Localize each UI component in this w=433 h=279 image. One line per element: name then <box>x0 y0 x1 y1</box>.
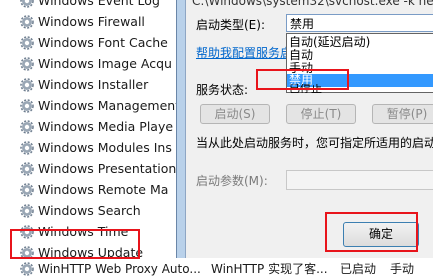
service-startup-type: 手动 <box>390 262 415 276</box>
service-status-label: 服务状态: <box>196 83 249 97</box>
dialog-body: C:\Windows\system32\svchost.exe -k netsv… <box>185 0 433 258</box>
ok-button[interactable]: 确定 <box>343 222 419 247</box>
gear-icon <box>20 245 34 258</box>
startup-type-dropdown: 自动(延迟启动) 自动 手动 禁用 已停止 <box>286 33 433 93</box>
list-item[interactable]: Windows Search <box>20 200 200 221</box>
service-name: WinHTTP Web Proxy Auto... <box>38 261 201 276</box>
gear-icon <box>20 161 34 176</box>
gear-icon <box>20 119 34 134</box>
list-item[interactable]: Windows Time <box>20 221 200 242</box>
pause-button[interactable]: 暂停(P) <box>372 104 433 124</box>
gear-icon <box>20 224 34 239</box>
service-name: Windows Media Playe <box>38 119 174 134</box>
service-name: Windows Modules Ins <box>38 140 172 155</box>
gear-icon <box>20 0 34 8</box>
service-name: Windows Update <box>38 245 144 258</box>
service-description: WinHTTP 实现了客... <box>211 262 328 276</box>
list-item[interactable]: Windows Management <box>20 95 200 116</box>
start-params-label: 启动参数(M): <box>196 174 268 188</box>
service-name: Windows Presentation <box>38 161 177 176</box>
list-item[interactable]: Windows Media Playe <box>20 116 200 137</box>
service-status-value: 已停止 <box>289 84 322 93</box>
gear-icon <box>20 98 34 113</box>
gear-icon <box>20 182 34 197</box>
service-name: Windows Search <box>38 203 141 218</box>
list-item[interactable]: Windows Update <box>20 242 200 258</box>
service-name: Windows Installer <box>38 77 149 92</box>
list-item[interactable]: Windows Presentation <box>20 158 200 179</box>
startup-type-label: 启动类型(E): <box>196 18 265 32</box>
start-params-input[interactable] <box>286 170 433 190</box>
list-item[interactable]: Windows Remote Ma <box>20 179 200 200</box>
stop-button[interactable]: 停止(T) <box>286 104 356 124</box>
list-item[interactable]: Windows Event Log <box>20 0 200 11</box>
dropdown-option-auto[interactable]: 自动 <box>287 49 433 62</box>
service-properties-dialog: C:\Windows\system32\svchost.exe -k netsv… <box>176 0 433 258</box>
gear-icon <box>20 35 34 50</box>
start-button[interactable]: 启动(S) <box>200 104 270 124</box>
service-status: 已启动 <box>340 262 377 276</box>
help-configure-link[interactable]: 帮助我配置服务启 <box>196 44 292 61</box>
table-row[interactable]: WinHTTP Web Proxy Auto... WinHTTP 实现了客..… <box>0 258 433 279</box>
service-name: Windows Management <box>38 98 181 113</box>
gear-icon <box>20 203 34 218</box>
gear-icon <box>20 14 34 29</box>
gear-icon <box>20 140 34 155</box>
list-item[interactable]: Windows Installer <box>20 74 200 95</box>
service-name: Windows Time <box>38 224 129 239</box>
service-name: Windows Firewall <box>38 14 145 29</box>
list-item[interactable]: Windows Firewall <box>20 11 200 32</box>
service-name: Windows Event Log <box>38 0 160 8</box>
start-params-hint: 当从此处启动服务时，您可指定所适用的启动参 <box>196 136 433 150</box>
service-name: Windows Font Cache <box>38 35 168 50</box>
gear-icon <box>20 77 34 92</box>
list-item[interactable]: Windows Font Cache <box>20 32 200 53</box>
list-item[interactable]: Windows Modules Ins <box>20 137 200 158</box>
gear-icon <box>20 261 34 276</box>
services-list: Windows Event Log Windows Firewall Windows… <box>0 0 200 258</box>
service-name: Windows Remote Ma <box>38 182 169 197</box>
startup-type-select[interactable]: 禁用 <box>286 14 433 32</box>
gear-icon <box>20 56 34 71</box>
dropdown-option-auto-delayed[interactable]: 自动(延迟启动) <box>287 36 433 49</box>
service-name: Windows Image Acqu <box>38 56 172 71</box>
list-item[interactable]: Windows Image Acqu <box>20 53 200 74</box>
executable-path: C:\Windows\system32\svchost.exe -k netsv <box>192 0 433 8</box>
